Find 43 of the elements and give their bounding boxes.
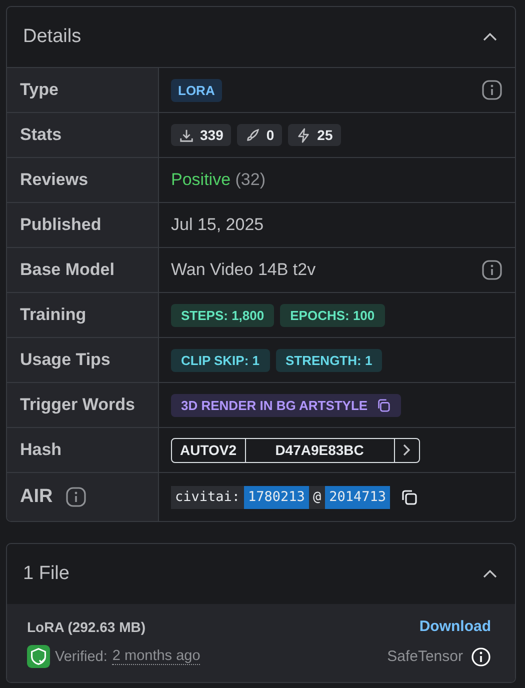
row-label: Hash (20, 440, 62, 460)
tag-badge: CLIP SKIP: 1 (171, 348, 270, 372)
stat-count: 0 (266, 127, 274, 143)
row-label: Usage Tips (20, 350, 110, 370)
copy-icon[interactable] (400, 488, 418, 506)
review-summary: Positive (32) (171, 170, 266, 190)
tag-badge: STRENGTH: 1 (276, 348, 382, 372)
verified-label: Verified: (55, 648, 108, 664)
brush-icon (245, 128, 260, 142)
panel-title: Details (23, 26, 82, 48)
row-label: Training (20, 305, 86, 325)
row-label: Trigger Words (20, 395, 135, 415)
copy-icon[interactable] (376, 398, 391, 412)
download-link[interactable]: Download (419, 618, 491, 635)
row-value: Wan Video 14B t2v (171, 260, 316, 280)
tag-badge: EPOCHS: 100 (280, 304, 385, 326)
air-separator: @ (312, 488, 322, 507)
bolt-icon (296, 128, 312, 142)
file-format: SafeTensor (387, 648, 463, 665)
trigger-word-badge[interactable]: 3D RENDER IN BG ARTSTYLE (171, 394, 401, 416)
file-name: LoRA (292.63 MB) (27, 618, 146, 634)
row-value: Jul 15, 2025 (171, 215, 264, 235)
air-prefix: civitai: (174, 488, 242, 507)
stat-count: 339 (200, 127, 224, 143)
download-icon (179, 128, 194, 142)
tag-badge: STEPS: 1,800 (171, 304, 274, 326)
version-id: 2014713 (325, 486, 390, 508)
hash-field[interactable]: AUTOV2 D47A9E83BC (171, 438, 420, 462)
type-badge: LORA (171, 78, 222, 102)
panel-title: 1 File (23, 563, 70, 585)
row-label: Type (20, 80, 58, 100)
collapse-chevron-icon[interactable] (483, 570, 497, 578)
model-id: 1780213 (244, 486, 309, 508)
row-label: Base Model (20, 260, 114, 280)
row-label: Reviews (20, 170, 88, 190)
collapse-chevron-icon[interactable] (483, 33, 497, 41)
row-label: AIR (20, 486, 53, 508)
hash-value: D47A9E83BC (246, 438, 395, 462)
row-label: Stats (20, 125, 62, 145)
row-label: Published (20, 215, 102, 235)
hash-type[interactable]: AUTOV2 (172, 438, 246, 462)
verified-time: 2 months ago (112, 648, 200, 665)
stat-count: 25 (317, 127, 333, 143)
